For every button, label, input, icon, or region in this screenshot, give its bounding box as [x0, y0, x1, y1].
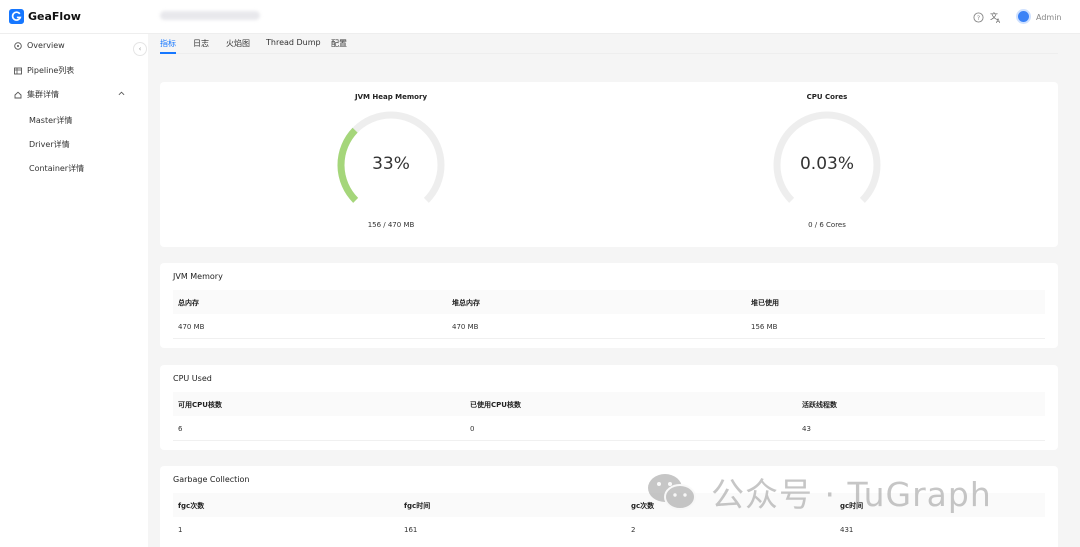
- sidebar: Overview Pipeline列表 集群详情 Master详情 Driver…: [0, 34, 148, 547]
- sidebar-item-driver[interactable]: Driver详情: [29, 139, 70, 150]
- row-divider: [173, 338, 1045, 339]
- table-cell: 156 MB: [751, 323, 778, 331]
- app-logo[interactable]: GeaFlow: [9, 9, 81, 24]
- tab-thread-dump[interactable]: Thread Dump: [266, 38, 321, 47]
- top-bar: GeaFlow ? 文 A Admin: [0, 0, 1080, 34]
- gauge-detail: 0 / 6 Cores: [808, 221, 846, 229]
- active-tab-indicator: [160, 52, 176, 54]
- watermark-text: 公众号 · TuGraph: [711, 475, 992, 514]
- column-header: fgc时间: [404, 502, 431, 510]
- column-header: 堆总内存: [452, 299, 480, 307]
- gauge-value: 33%: [372, 154, 410, 174]
- tab-logs[interactable]: 日志: [193, 38, 209, 49]
- blurred-job-name: [160, 11, 260, 20]
- jvm-memory-card: JVM Memory 总内存 堆总内存 堆已使用 470 MB 470 MB 1…: [160, 263, 1058, 348]
- sidebar-item-cluster[interactable]: 集群详情: [14, 89, 59, 100]
- table-cell: 6: [178, 425, 183, 433]
- table-cell: 2: [631, 526, 636, 534]
- gauge-title: CPU Cores: [806, 93, 848, 101]
- geaflow-logo-icon: [9, 9, 24, 24]
- dashboard-icon: [14, 41, 22, 50]
- column-header: 已使用CPU核数: [470, 401, 521, 409]
- gauge-value: 0.03%: [799, 154, 854, 174]
- column-header: fgc次数: [178, 502, 205, 510]
- tab-config[interactable]: 配置: [331, 38, 347, 49]
- column-header: 可用CPU核数: [178, 401, 222, 409]
- cpu-used-card: CPU Used 可用CPU核数 已使用CPU核数 活跃线程数 6 0 43: [160, 365, 1058, 450]
- wechat-icon: [648, 474, 696, 510]
- column-header: 堆已使用: [751, 299, 779, 307]
- row-divider: [173, 440, 1045, 441]
- tab-bar: 指标 日志 火焰图 Thread Dump 配置: [160, 34, 1058, 54]
- column-header: 总内存: [178, 299, 199, 307]
- table-icon: [14, 67, 22, 74]
- help-icon[interactable]: ?: [973, 12, 984, 23]
- collapse-sidebar-button[interactable]: ‹: [133, 42, 147, 56]
- table-cell: 0: [470, 425, 475, 433]
- sidebar-item-container[interactable]: Container详情: [29, 163, 84, 174]
- tab-flame-graph[interactable]: 火焰图: [226, 38, 250, 49]
- table-cell: 470 MB: [452, 323, 479, 331]
- watermark: 公众号 · TuGraph: [645, 468, 992, 516]
- gauge-detail: 156 / 470 MB: [367, 221, 415, 229]
- user-name[interactable]: Admin: [1036, 13, 1062, 22]
- card-title: CPU Used: [173, 374, 212, 383]
- svg-text:?: ?: [977, 14, 980, 22]
- translate-icon[interactable]: 文 A: [989, 10, 1003, 24]
- card-title: Garbage Collection: [173, 475, 250, 484]
- table-cell: 161: [404, 526, 418, 534]
- table-cell: 43: [802, 425, 811, 433]
- card-title: JVM Memory: [173, 272, 223, 281]
- svg-text:A: A: [996, 18, 1001, 24]
- app-name: GeaFlow: [28, 10, 81, 23]
- sidebar-item-overview[interactable]: Overview: [14, 41, 65, 50]
- cluster-icon: [14, 91, 22, 98]
- gauge-title: JVM Heap Memory: [354, 93, 428, 101]
- table-cell: 1: [178, 526, 183, 534]
- sidebar-item-label: Pipeline列表: [27, 66, 75, 75]
- table-header: 可用CPU核数 已使用CPU核数 活跃线程数: [173, 392, 1045, 416]
- table-header: 总内存 堆总内存 堆已使用: [173, 290, 1045, 314]
- tab-metrics[interactable]: 指标: [160, 38, 176, 49]
- chevron-left-icon: ‹: [138, 45, 142, 53]
- sidebar-item-label: 集群详情: [27, 90, 59, 99]
- gauges-card: JVM Heap Memory 33% 156 / 470 MB CPU Cor…: [160, 82, 1058, 247]
- table-cell: 431: [840, 526, 854, 534]
- sidebar-item-label: Overview: [27, 41, 65, 50]
- table-cell: 470 MB: [178, 323, 205, 331]
- chevron-up-icon[interactable]: [118, 90, 125, 97]
- sidebar-item-master[interactable]: Master详情: [29, 115, 72, 126]
- avatar[interactable]: [1016, 9, 1031, 24]
- column-header: 活跃线程数: [802, 401, 837, 409]
- sidebar-item-pipeline[interactable]: Pipeline列表: [14, 65, 74, 76]
